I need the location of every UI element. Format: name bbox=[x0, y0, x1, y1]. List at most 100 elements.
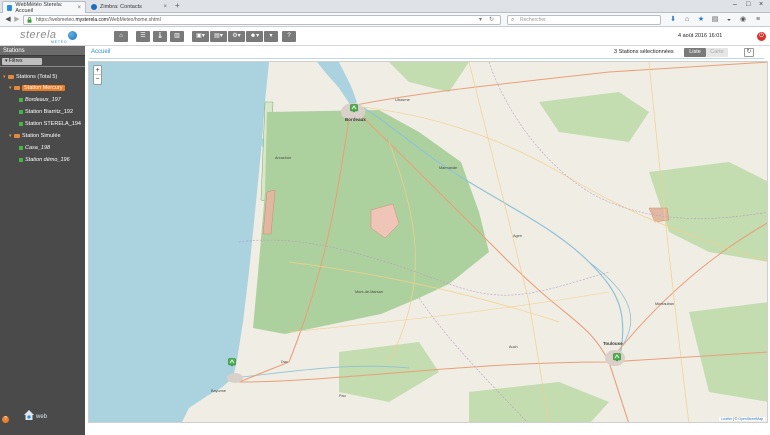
reload-icon[interactable]: ↻ bbox=[489, 16, 494, 24]
osm-link[interactable]: OpenStreetMap bbox=[738, 417, 763, 421]
dropdown-icon[interactable]: ▾ bbox=[479, 16, 482, 24]
map-label: Montauban bbox=[655, 302, 674, 306]
tab-zimbra[interactable]: Zimbra: Contacts × bbox=[87, 1, 171, 13]
help-button[interactable]: ? bbox=[282, 31, 296, 42]
bookmark-star-icon[interactable]: ★ bbox=[697, 16, 705, 24]
folder-icon bbox=[14, 86, 20, 90]
zoom-in-button[interactable]: + bbox=[94, 66, 101, 75]
url-bar[interactable]: https://webmeteo.mysterela.com/WebMeteo/… bbox=[23, 15, 501, 25]
web-meteo-logo: web bbox=[24, 410, 48, 420]
tree-station[interactable]: Station Biarritz_192 bbox=[19, 109, 73, 115]
browser-nav-bar: ◀ ▶ https://webmeteo.mysterela.com/WebMe… bbox=[0, 13, 770, 27]
settings-menu-button[interactable]: ⚙▾ bbox=[228, 31, 245, 42]
station-marker-toulouse[interactable] bbox=[613, 353, 621, 362]
addon-icon[interactable]: ◉ bbox=[739, 16, 747, 24]
tree-root[interactable]: ▾ Stations (Total 5) bbox=[3, 74, 57, 80]
map-label: Bayonne bbox=[211, 389, 226, 393]
tree-group-mercury[interactable]: ▾ Station Mercury bbox=[9, 85, 65, 91]
menu-icon[interactable]: ≡ bbox=[754, 16, 762, 24]
pocket-icon[interactable]: ◒ bbox=[725, 16, 733, 24]
collapse-icon[interactable]: ▾ bbox=[9, 85, 12, 91]
zimbra-favicon-icon bbox=[91, 4, 97, 10]
camera-menu-button[interactable]: ▣▾ bbox=[192, 31, 209, 42]
station-status-icon bbox=[19, 110, 23, 114]
tab-label: WebMétéo Sterela: Accueil bbox=[15, 1, 63, 14]
help-icon[interactable]: ? bbox=[2, 416, 9, 423]
map-label: Auch bbox=[509, 345, 518, 349]
url-prefix: https://webmeteo. bbox=[36, 17, 76, 23]
refresh-icon[interactable]: ↻ bbox=[744, 48, 754, 57]
station-marker-biarritz[interactable] bbox=[228, 358, 236, 367]
title-divider bbox=[89, 58, 764, 59]
list-icon: ☰ bbox=[140, 33, 146, 39]
station-label: Station démo_196 bbox=[25, 157, 70, 163]
stations-sidebar: Stations ▾ Filtres ▾ Stations (Total 5) … bbox=[0, 46, 85, 435]
search-field[interactable]: ⌕ Rechercher bbox=[507, 15, 661, 25]
collapse-icon[interactable]: ▾ bbox=[9, 133, 12, 139]
close-tab-icon[interactable]: × bbox=[77, 5, 81, 11]
app-header: sterela MÉTÉO ⌂ ☰ 🌡 ▥ ▣▾ ▤▾ ⚙▾ ☻▾ ▾ ? 4 … bbox=[0, 27, 770, 46]
home-icon[interactable]: ⌂ bbox=[683, 16, 691, 24]
thermometer-button[interactable]: 🌡 bbox=[153, 31, 167, 42]
map-label: Toulouse bbox=[603, 341, 623, 346]
document-menu-button[interactable]: ▤▾ bbox=[210, 31, 227, 42]
url-path: /WebMeteo/home.xhtml bbox=[107, 17, 161, 23]
page-title: Accueil bbox=[91, 49, 111, 55]
stations-map[interactable]: Bordeaux Mont-de-Marsan Toulouse Bayonne… bbox=[88, 61, 768, 423]
user-menu-button[interactable]: ☻▾ bbox=[246, 31, 263, 42]
logo-subtitle: MÉTÉO bbox=[51, 40, 68, 44]
minimize-icon[interactable]: – bbox=[733, 1, 737, 8]
download-icon[interactable]: ⬇ bbox=[669, 16, 677, 24]
selection-count: 3 Stations sélectionnées bbox=[614, 49, 674, 55]
station-label: Casa_198 bbox=[25, 145, 51, 151]
web-logo-text: web bbox=[35, 414, 48, 420]
close-tab-icon[interactable]: × bbox=[163, 4, 167, 10]
chart-button[interactable]: ▥ bbox=[170, 31, 184, 42]
station-status-icon bbox=[19, 122, 23, 126]
home-icon: ⌂ bbox=[119, 33, 123, 39]
url-host: mysterela.com bbox=[75, 17, 108, 23]
leaflet-link[interactable]: Leaflet bbox=[721, 417, 732, 421]
station-status-icon bbox=[19, 146, 23, 150]
station-label: Bordeaux_197 bbox=[25, 97, 61, 103]
help-icon: ? bbox=[287, 33, 291, 39]
tree-station[interactable]: Casa_198 bbox=[19, 145, 50, 151]
collapse-icon[interactable]: ▾ bbox=[3, 74, 6, 80]
forward-icon[interactable]: ▶ bbox=[12, 15, 22, 25]
more-menu-button[interactable]: ▾ bbox=[264, 31, 278, 42]
search-placeholder: Rechercher bbox=[520, 17, 546, 23]
lock-icon bbox=[27, 17, 32, 23]
zoom-out-button[interactable]: − bbox=[94, 75, 101, 84]
search-icon: ⌕ bbox=[511, 17, 515, 23]
maximize-icon[interactable]: □ bbox=[746, 1, 750, 8]
tab-webmeteo[interactable]: WebMétéo Sterela: Accueil × bbox=[2, 1, 86, 14]
filters-toggle[interactable]: ▾ Filtres bbox=[2, 58, 42, 65]
station-label: Station STERELA_194 bbox=[25, 121, 81, 127]
tree-station[interactable]: Bordeaux_197 bbox=[19, 97, 61, 103]
new-tab-icon[interactable]: + bbox=[175, 1, 180, 10]
station-status-icon bbox=[19, 158, 23, 162]
map-label: Libourne bbox=[395, 98, 410, 102]
browser-tab-bar: WebMétéo Sterela: Accueil × Zimbra: Cont… bbox=[0, 0, 770, 14]
list-button[interactable]: ☰ bbox=[136, 31, 150, 42]
view-list-button[interactable]: Liste bbox=[684, 48, 706, 57]
close-window-icon[interactable]: × bbox=[759, 1, 763, 8]
main-content: Accueil 3 Stations sélectionnées Liste C… bbox=[86, 46, 770, 435]
map-label: Bordeaux bbox=[345, 117, 366, 122]
home-button[interactable]: ⌂ bbox=[114, 31, 128, 42]
filters-label: Filtres bbox=[8, 58, 23, 64]
station-status-icon bbox=[19, 98, 23, 102]
gear-icon: ⚙▾ bbox=[232, 33, 241, 39]
clipboard-icon[interactable]: ▤ bbox=[711, 16, 719, 24]
view-map-button[interactable]: Carte bbox=[706, 48, 728, 57]
user-icon: ☻▾ bbox=[249, 33, 260, 39]
zoom-control: + − bbox=[93, 65, 102, 85]
station-marker-bordeaux[interactable] bbox=[350, 104, 358, 113]
map-label: Dax bbox=[281, 360, 288, 364]
logout-power-icon[interactable]: ⏻ bbox=[757, 32, 766, 41]
tree-station[interactable]: Station démo_196 bbox=[19, 157, 70, 163]
tree-group-simulee[interactable]: ▾ Station Simulée bbox=[9, 133, 61, 139]
tree-station[interactable]: Station STERELA_194 bbox=[19, 121, 81, 127]
tab-label: Zimbra: Contacts bbox=[100, 4, 142, 10]
tree-group-label: Station Simulée bbox=[22, 133, 61, 139]
